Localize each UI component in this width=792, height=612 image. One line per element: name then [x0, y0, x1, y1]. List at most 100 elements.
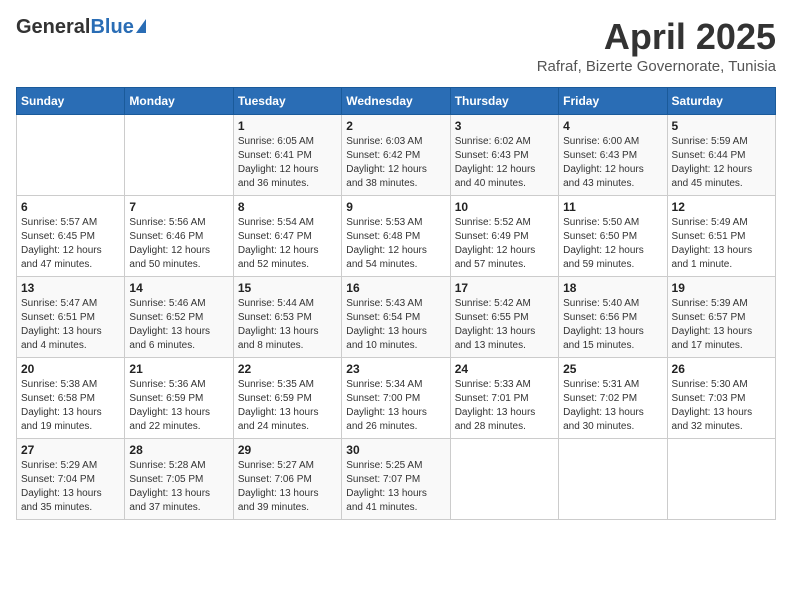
cell-day-number: 29 [238, 443, 337, 457]
calendar-header: SundayMondayTuesdayWednesdayThursdayFrid… [17, 88, 776, 115]
calendar-cell: 6 Sunrise: 5:57 AM Sunset: 6:45 PM Daylig… [17, 196, 125, 277]
cell-info-text: Sunrise: 5:39 AM Sunset: 6:57 PM Dayligh… [672, 297, 771, 353]
cell-day-number: 19 [672, 281, 771, 295]
calendar-cell: 11 Sunrise: 5:50 AM Sunset: 6:50 PM Dayli… [559, 196, 667, 277]
cell-day-number: 20 [21, 362, 120, 376]
cell-day-number: 6 [21, 200, 120, 214]
month-title: April 2025 [537, 16, 776, 58]
cell-day-number: 8 [238, 200, 337, 214]
calendar-cell [667, 439, 775, 520]
cell-day-number: 4 [563, 119, 662, 133]
cell-info-text: Sunrise: 5:57 AM Sunset: 6:45 PM Dayligh… [21, 216, 120, 272]
cell-day-number: 16 [346, 281, 445, 295]
cell-info-text: Sunrise: 5:46 AM Sunset: 6:52 PM Dayligh… [129, 297, 228, 353]
cell-info-text: Sunrise: 5:52 AM Sunset: 6:49 PM Dayligh… [455, 216, 554, 272]
cell-day-number: 1 [238, 119, 337, 133]
cell-info-text: Sunrise: 5:30 AM Sunset: 7:03 PM Dayligh… [672, 378, 771, 434]
calendar-week-row: 6 Sunrise: 5:57 AM Sunset: 6:45 PM Daylig… [17, 196, 776, 277]
calendar-body: 1 Sunrise: 6:05 AM Sunset: 6:41 PM Daylig… [17, 115, 776, 520]
title-area: April 2025 Rafraf, Bizerte Governorate, … [537, 16, 776, 75]
cell-day-number: 17 [455, 281, 554, 295]
calendar-cell: 30Sunrise: 5:25 AM Sunset: 7:07 PM Dayli… [342, 439, 450, 520]
cell-day-number: 10 [455, 200, 554, 214]
cell-day-number: 25 [563, 362, 662, 376]
cell-info-text: Sunrise: 5:35 AM Sunset: 6:59 PM Dayligh… [238, 378, 337, 434]
cell-day-number: 5 [672, 119, 771, 133]
weekday-header: Sunday [17, 88, 125, 115]
logo-blue-text: Blue [90, 16, 133, 39]
cell-info-text: Sunrise: 5:54 AM Sunset: 6:47 PM Dayligh… [238, 216, 337, 272]
calendar-cell [125, 115, 233, 196]
cell-day-number: 13 [21, 281, 120, 295]
calendar-week-row: 27Sunrise: 5:29 AM Sunset: 7:04 PM Dayli… [17, 439, 776, 520]
cell-info-text: Sunrise: 5:56 AM Sunset: 6:46 PM Dayligh… [129, 216, 228, 272]
calendar-cell: 29 Sunrise: 5:27 AM Sunset: 7:06 PM Dayli… [233, 439, 341, 520]
cell-info-text: Sunrise: 5:27 AM Sunset: 7:06 PM Dayligh… [238, 459, 337, 515]
weekday-header: Saturday [667, 88, 775, 115]
calendar-cell: 22 Sunrise: 5:35 AM Sunset: 6:59 PM Dayli… [233, 358, 341, 439]
calendar-week-row: 20 Sunrise: 5:38 AM Sunset: 6:58 PM Dayli… [17, 358, 776, 439]
logo-triangle-icon [136, 19, 146, 33]
cell-day-number: 24 [455, 362, 554, 376]
cell-day-number: 7 [129, 200, 228, 214]
cell-day-number: 28 [129, 443, 228, 457]
calendar-cell: 26 Sunrise: 5:30 AM Sunset: 7:03 PM Dayli… [667, 358, 775, 439]
calendar-cell [450, 439, 558, 520]
calendar-cell: 27Sunrise: 5:29 AM Sunset: 7:04 PM Dayli… [17, 439, 125, 520]
cell-day-number: 12 [672, 200, 771, 214]
cell-day-number: 18 [563, 281, 662, 295]
cell-day-number: 21 [129, 362, 228, 376]
calendar-cell: 13Sunrise: 5:47 AM Sunset: 6:51 PM Dayli… [17, 277, 125, 358]
weekday-header: Thursday [450, 88, 558, 115]
cell-info-text: Sunrise: 5:36 AM Sunset: 6:59 PM Dayligh… [129, 378, 228, 434]
calendar-cell: 4Sunrise: 6:00 AM Sunset: 6:43 PM Daylig… [559, 115, 667, 196]
cell-info-text: Sunrise: 5:28 AM Sunset: 7:05 PM Dayligh… [129, 459, 228, 515]
cell-info-text: Sunrise: 6:03 AM Sunset: 6:42 PM Dayligh… [346, 135, 445, 191]
calendar-cell: 12Sunrise: 5:49 AM Sunset: 6:51 PM Dayli… [667, 196, 775, 277]
cell-info-text: Sunrise: 5:25 AM Sunset: 7:07 PM Dayligh… [346, 459, 445, 515]
cell-info-text: Sunrise: 6:05 AM Sunset: 6:41 PM Dayligh… [238, 135, 337, 191]
cell-info-text: Sunrise: 5:50 AM Sunset: 6:50 PM Dayligh… [563, 216, 662, 272]
cell-info-text: Sunrise: 5:31 AM Sunset: 7:02 PM Dayligh… [563, 378, 662, 434]
calendar-cell: 15 Sunrise: 5:44 AM Sunset: 6:53 PM Dayli… [233, 277, 341, 358]
calendar-cell: 9Sunrise: 5:53 AM Sunset: 6:48 PM Daylig… [342, 196, 450, 277]
calendar-table: SundayMondayTuesdayWednesdayThursdayFrid… [16, 87, 776, 520]
weekday-header: Tuesday [233, 88, 341, 115]
calendar-cell: 5Sunrise: 5:59 AM Sunset: 6:44 PM Daylig… [667, 115, 775, 196]
cell-day-number: 2 [346, 119, 445, 133]
calendar-cell: 8 Sunrise: 5:54 AM Sunset: 6:47 PM Daylig… [233, 196, 341, 277]
cell-day-number: 26 [672, 362, 771, 376]
logo-general-text: General [16, 16, 90, 39]
calendar-week-row: 13Sunrise: 5:47 AM Sunset: 6:51 PM Dayli… [17, 277, 776, 358]
calendar-cell: 18 Sunrise: 5:40 AM Sunset: 6:56 PM Dayli… [559, 277, 667, 358]
calendar-cell [559, 439, 667, 520]
cell-info-text: Sunrise: 6:02 AM Sunset: 6:43 PM Dayligh… [455, 135, 554, 191]
cell-info-text: Sunrise: 5:53 AM Sunset: 6:48 PM Dayligh… [346, 216, 445, 272]
cell-info-text: Sunrise: 5:38 AM Sunset: 6:58 PM Dayligh… [21, 378, 120, 434]
logo: General Blue [16, 16, 146, 39]
cell-day-number: 11 [563, 200, 662, 214]
calendar-cell: 14 Sunrise: 5:46 AM Sunset: 6:52 PM Dayli… [125, 277, 233, 358]
cell-day-number: 14 [129, 281, 228, 295]
calendar-cell: 7 Sunrise: 5:56 AM Sunset: 6:46 PM Daylig… [125, 196, 233, 277]
calendar-week-row: 1 Sunrise: 6:05 AM Sunset: 6:41 PM Daylig… [17, 115, 776, 196]
cell-day-number: 27 [21, 443, 120, 457]
cell-day-number: 15 [238, 281, 337, 295]
cell-info-text: Sunrise: 5:40 AM Sunset: 6:56 PM Dayligh… [563, 297, 662, 353]
location-subtitle: Rafraf, Bizerte Governorate, Tunisia [537, 58, 776, 75]
cell-info-text: Sunrise: 5:43 AM Sunset: 6:54 PM Dayligh… [346, 297, 445, 353]
calendar-cell: 24Sunrise: 5:33 AM Sunset: 7:01 PM Dayli… [450, 358, 558, 439]
calendar-cell: 20 Sunrise: 5:38 AM Sunset: 6:58 PM Dayli… [17, 358, 125, 439]
cell-day-number: 23 [346, 362, 445, 376]
cell-info-text: Sunrise: 5:34 AM Sunset: 7:00 PM Dayligh… [346, 378, 445, 434]
calendar-cell: 17 Sunrise: 5:42 AM Sunset: 6:55 PM Dayli… [450, 277, 558, 358]
weekday-header: Friday [559, 88, 667, 115]
cell-day-number: 22 [238, 362, 337, 376]
calendar-cell: 3Sunrise: 6:02 AM Sunset: 6:43 PM Daylig… [450, 115, 558, 196]
calendar-cell: 28 Sunrise: 5:28 AM Sunset: 7:05 PM Dayli… [125, 439, 233, 520]
cell-info-text: Sunrise: 5:44 AM Sunset: 6:53 PM Dayligh… [238, 297, 337, 353]
calendar-cell: 25 Sunrise: 5:31 AM Sunset: 7:02 PM Dayli… [559, 358, 667, 439]
weekday-header: Wednesday [342, 88, 450, 115]
cell-info-text: Sunrise: 5:42 AM Sunset: 6:55 PM Dayligh… [455, 297, 554, 353]
header: General Blue April 2025 Rafraf, Bizerte … [16, 16, 776, 75]
